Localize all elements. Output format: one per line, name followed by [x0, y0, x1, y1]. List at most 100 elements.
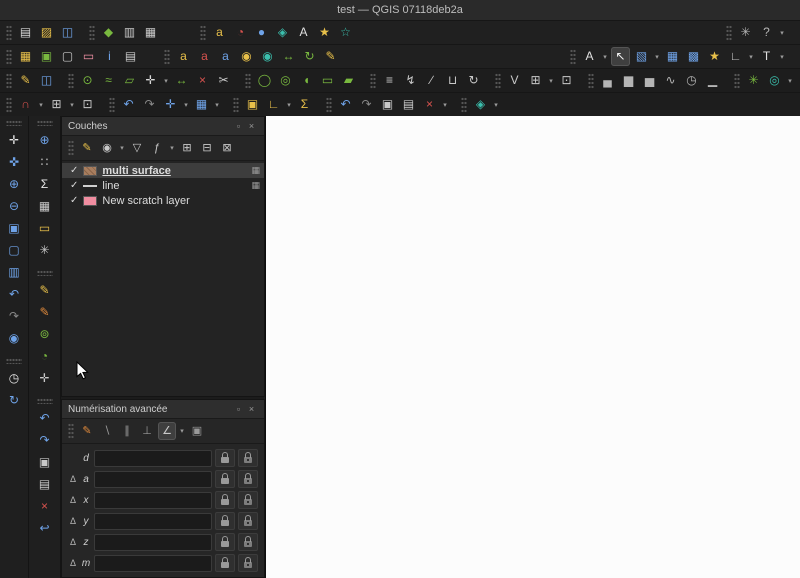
map-annotation-icon[interactable]: T — [757, 47, 776, 66]
select-rectangle-dropdown[interactable]: ▾ — [653, 53, 661, 61]
add-line-feature-icon[interactable]: ≈ — [99, 71, 118, 90]
new-scratch-layer-icon[interactable]: ▭ — [79, 47, 98, 66]
decorations-icon[interactable]: ◈ — [273, 23, 292, 42]
delta-toggle[interactable]: Δ — [68, 558, 78, 568]
layer-diagram-icon[interactable]: ◔ — [231, 23, 250, 42]
snap-common-angles-icon[interactable]: ∠ — [158, 422, 176, 440]
favorites-icon[interactable]: ★ — [705, 47, 724, 66]
cut-features-icon[interactable]: ✂ — [214, 71, 233, 90]
redo-icon[interactable]: ↷ — [35, 431, 54, 450]
delta-toggle[interactable]: Δ — [68, 474, 78, 484]
change-label-icon[interactable]: ✎ — [321, 47, 340, 66]
layer-labeling-options-icon[interactable]: a — [174, 47, 193, 66]
zoom-last-icon[interactable]: ↶ — [5, 285, 24, 304]
layout-manager-icon[interactable]: ▦ — [141, 23, 160, 42]
new-print-layout-icon[interactable]: ▥ — [120, 23, 139, 42]
measure-dropdown[interactable]: ▾ — [747, 53, 755, 61]
new-map-view-dropdown[interactable]: ▾ — [213, 101, 221, 109]
new-project-icon[interactable]: ▤ — [16, 23, 35, 42]
snapping-toggle-icon[interactable]: ∩ — [16, 95, 35, 114]
layer-row[interactable]: ✓ multi surface ▦ — [62, 163, 264, 178]
topological-editing-icon[interactable]: ⊡ — [78, 95, 97, 114]
float-panel-button[interactable]: ▫ — [232, 403, 245, 416]
move-label-icon[interactable]: ↔ — [279, 47, 298, 66]
processing-options-icon[interactable]: ✳ — [35, 241, 54, 260]
copy-style-icon[interactable]: ▣ — [378, 95, 397, 114]
lock-z-button[interactable] — [215, 533, 235, 551]
text-format-icon[interactable]: A — [580, 47, 599, 66]
style-manager-icon[interactable]: ◆ — [99, 23, 118, 42]
statistical-summary-icon[interactable]: Σ — [35, 175, 54, 194]
osm-search-icon[interactable]: ◎ — [765, 71, 784, 90]
temporal-controller-icon[interactable]: ◷ — [5, 369, 24, 388]
filter-legend-icon[interactable]: ▽ — [128, 139, 146, 157]
refresh-map-icon[interactable]: ↻ — [5, 391, 24, 410]
repeat-lock-y-button[interactable] — [238, 512, 258, 530]
georeferencer-dropdown[interactable]: ▾ — [492, 101, 500, 109]
new-geopackage-icon[interactable]: ▣ — [37, 47, 56, 66]
plugin-icon[interactable]: ✳ — [744, 71, 763, 90]
lock-m-button[interactable] — [215, 554, 235, 572]
add-polygon-feature-icon[interactable]: ▱ — [120, 71, 139, 90]
layer-name[interactable]: New scratch layer — [102, 195, 260, 207]
merge-features-icon[interactable]: ⊔ — [443, 71, 462, 90]
save-edits-icon[interactable]: ◫ — [37, 71, 56, 90]
zoom-out-icon[interactable]: ⊖ — [5, 197, 24, 216]
layer-styling-icon[interactable]: ✎ — [78, 139, 96, 157]
profile-tool-icon[interactable]: ∿ — [661, 71, 680, 90]
map-annotation-dropdown[interactable]: ▾ — [778, 53, 786, 61]
delete-part-dropdown[interactable]: ▾ — [441, 101, 449, 109]
edit-pencil-icon[interactable]: ✎ — [35, 281, 54, 300]
select-by-value-icon[interactable]: ▦ — [663, 47, 682, 66]
copy-features-icon[interactable]: ▣ — [35, 453, 54, 472]
temporal-control-icon[interactable]: ◷ — [682, 71, 701, 90]
pan-to-selection-icon[interactable]: ✛ — [161, 95, 180, 114]
measure-area-dropdown[interactable]: ▾ — [285, 101, 293, 109]
deselect-all-icon[interactable]: ▩ — [684, 47, 703, 66]
snapping-toggle-dropdown[interactable]: ▾ — [37, 101, 45, 109]
histogram-icon[interactable]: ▆ — [619, 71, 638, 90]
snapping-type-icon[interactable]: ⊞ — [47, 95, 66, 114]
attribute-table-icon[interactable]: ▦ — [35, 197, 54, 216]
field-calculator-icon[interactable]: Σ — [295, 95, 314, 114]
zoom-native-icon[interactable]: ◉ — [5, 329, 24, 348]
regular-polygon-icon[interactable]: ▰ — [339, 71, 358, 90]
pan-to-selection-icon[interactable]: ✜ — [5, 153, 24, 172]
add-part-icon[interactable]: ◔ — [35, 347, 54, 366]
layer-checkbox[interactable]: ✓ — [70, 180, 78, 191]
lock-y-button[interactable] — [215, 512, 235, 530]
zoom-to-selection-icon[interactable]: ▢ — [5, 241, 24, 260]
zoom-next-icon[interactable]: ↷ — [5, 307, 24, 326]
georeferencer-icon[interactable]: ◈ — [471, 95, 490, 114]
map-canvas[interactable] — [265, 116, 800, 578]
constraint-input-z[interactable] — [94, 533, 212, 551]
vertex-tool-dropdown[interactable]: ▾ — [162, 77, 170, 85]
layer-labeling-icon[interactable]: a — [210, 23, 229, 42]
snap-common-angles-dropdown[interactable]: ▾ — [178, 427, 186, 435]
filter-expression-dropdown[interactable]: ▾ — [168, 144, 176, 152]
float-panel-button[interactable]: ▫ — [232, 120, 245, 133]
layer-checkbox[interactable]: ✓ — [70, 195, 78, 206]
constraint-input-y[interactable] — [94, 512, 212, 530]
delta-toggle[interactable]: Δ — [68, 516, 78, 526]
move-feature-icon[interactable]: ↔ — [172, 71, 191, 90]
rule-based-labeling-icon[interactable]: a — [195, 47, 214, 66]
revert-edits-icon[interactable]: ↩ — [35, 519, 54, 538]
repeat-lock-a-button[interactable] — [238, 470, 258, 488]
lock-x-button[interactable] — [215, 491, 235, 509]
text-annotation-icon[interactable]: A — [294, 23, 313, 42]
zoom-in-icon[interactable]: ⊕ — [5, 175, 24, 194]
layer-checkbox[interactable]: ✓ — [70, 165, 78, 176]
paste-style-icon[interactable]: ▤ — [399, 95, 418, 114]
repeat-lock-x-button[interactable] — [238, 491, 258, 509]
constraint-input-x[interactable] — [94, 491, 212, 509]
grid-options-dropdown[interactable]: ▾ — [547, 77, 555, 85]
rectangle-icon[interactable]: ▭ — [318, 71, 337, 90]
rotate-feature-icon[interactable]: ↻ — [464, 71, 483, 90]
delete-selected-icon[interactable]: × — [193, 71, 212, 90]
reshape-features-icon[interactable]: ↯ — [401, 71, 420, 90]
osm-search-dropdown[interactable]: ▾ — [786, 77, 794, 85]
layer-name[interactable]: line — [102, 180, 246, 192]
grid-options-icon[interactable]: ⊞ — [526, 71, 545, 90]
lock-a-button[interactable] — [215, 470, 235, 488]
